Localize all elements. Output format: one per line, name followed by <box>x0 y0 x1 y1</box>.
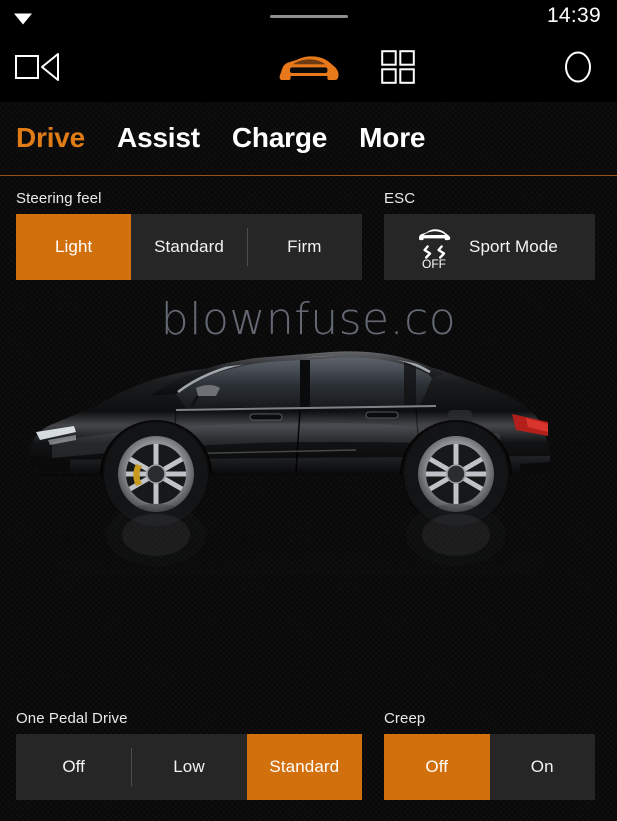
one-pedal-drive-option-standard[interactable]: Standard <box>246 734 362 800</box>
apps-button[interactable] <box>374 49 422 89</box>
profile-circle-icon <box>561 50 595 89</box>
top-controls-row: Steering feel Light Standard Firm ESC OF… <box>0 176 617 280</box>
vehicle-side-view <box>0 314 617 574</box>
creep-option-off[interactable]: Off <box>384 734 490 800</box>
esc-label: ESC <box>384 190 416 207</box>
bottom-controls-row: One Pedal Drive Off Low Standard Creep O… <box>0 710 617 821</box>
creep-group: Creep Off On <box>384 710 595 800</box>
creep-option-on[interactable]: On <box>489 734 595 800</box>
car-button[interactable] <box>277 46 341 92</box>
esc-off-text: OFF <box>422 257 446 270</box>
one-pedal-drive-group: One Pedal Drive Off Low Standard <box>16 710 362 800</box>
drag-handle[interactable] <box>269 15 348 18</box>
steering-feel-option-firm[interactable]: Firm <box>246 214 362 280</box>
one-pedal-drive-option-low[interactable]: Low <box>131 734 247 800</box>
tab-more[interactable]: More <box>359 122 425 156</box>
steering-feel-option-standard[interactable]: Standard <box>131 214 247 280</box>
one-pedal-drive-option-off[interactable]: Off <box>16 734 132 800</box>
tab-drive[interactable]: Drive <box>16 122 85 156</box>
status-clock: 14:39 <box>546 4 601 27</box>
apps-grid-icon <box>381 49 415 89</box>
wifi-icon <box>13 11 33 25</box>
one-pedal-drive-label: One Pedal Drive <box>16 710 128 727</box>
media-icon <box>14 50 66 89</box>
steering-feel-option-light[interactable]: Light <box>16 214 132 280</box>
esc-group: ESC OFF Sport Mode <box>384 190 595 280</box>
infotainment-screen: 14:39 Drive Assist Charge More Steering … <box>0 0 617 821</box>
one-pedal-drive-segmented-control: Off Low Standard <box>16 734 362 800</box>
tab-charge[interactable]: Charge <box>232 122 327 156</box>
status-bar: 14:39 <box>0 0 617 36</box>
media-button[interactable] <box>14 48 66 90</box>
steering-feel-segmented-control: Light Standard Firm <box>16 214 362 280</box>
esc-sport-mode-button[interactable]: OFF Sport Mode <box>384 214 595 280</box>
steering-feel-label: Steering feel <box>16 190 102 207</box>
creep-segmented-control: Off On <box>384 734 595 800</box>
tab-assist[interactable]: Assist <box>117 122 200 156</box>
steering-feel-group: Steering feel Light Standard Firm <box>16 190 362 280</box>
esc-off-icon: OFF <box>413 224 455 271</box>
nav-bar <box>0 36 617 102</box>
creep-label: Creep <box>384 710 426 727</box>
tab-bar: Drive Assist Charge More <box>0 102 617 176</box>
vehicle-hero-area: blownfuse.co <box>0 280 617 710</box>
profile-button[interactable] <box>553 48 603 90</box>
esc-sport-mode-label: Sport Mode <box>469 237 558 256</box>
drive-settings-content: Steering feel Light Standard Firm ESC OF… <box>0 176 617 821</box>
car-icon <box>277 47 341 92</box>
